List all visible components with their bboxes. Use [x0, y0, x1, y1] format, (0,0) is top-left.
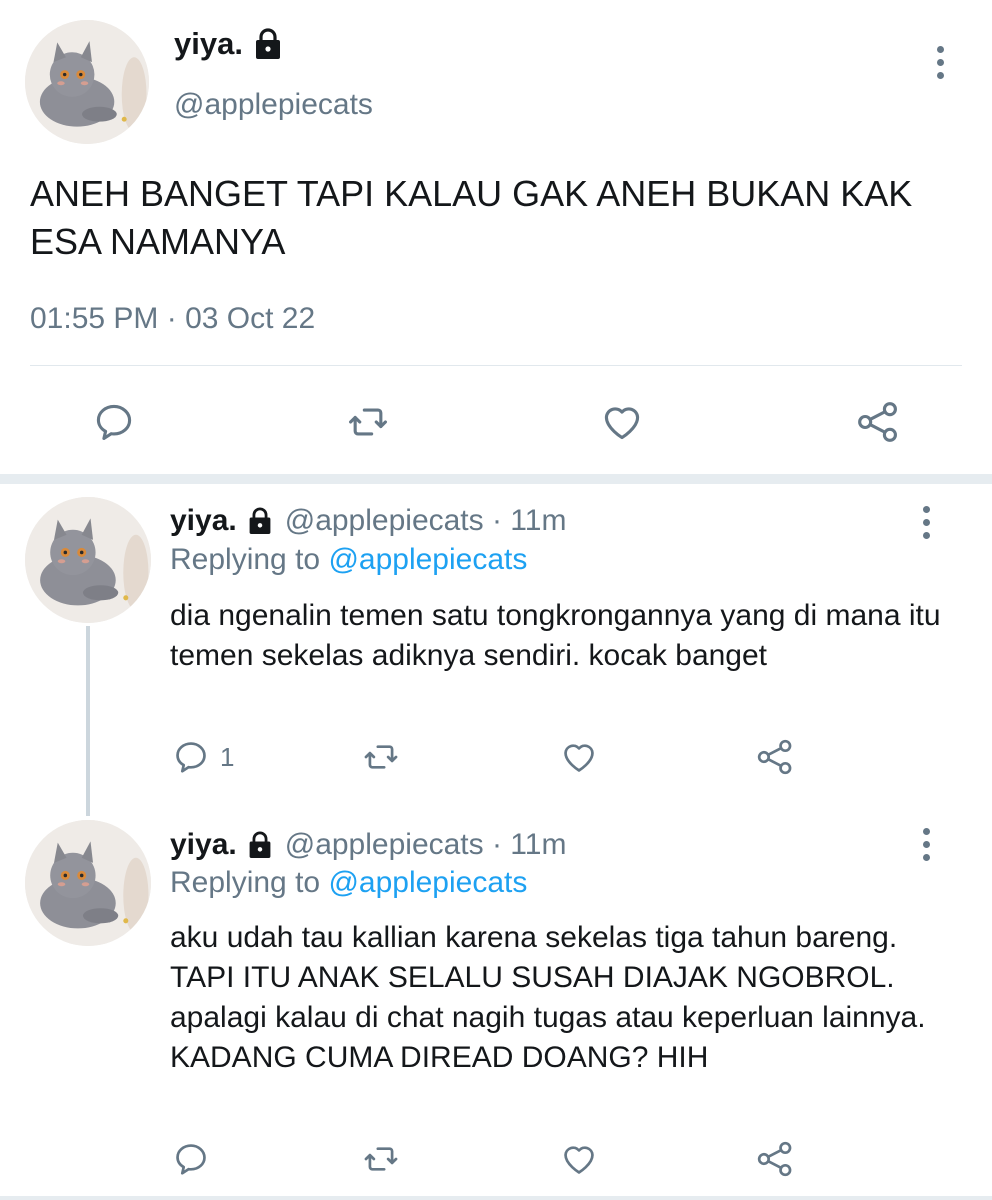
display-name-text[interactable]: yiya.: [174, 26, 243, 62]
like-button[interactable]: [560, 1140, 598, 1178]
cat-avatar-image: [25, 497, 151, 623]
reply-icon: [176, 1144, 206, 1175]
lock-icon: [255, 28, 280, 59]
like-button[interactable]: [560, 738, 598, 776]
like-icon: [604, 407, 640, 440]
lock-icon: [247, 506, 273, 536]
retweet-button[interactable]: [346, 400, 390, 444]
more-options-icon[interactable]: [932, 46, 948, 79]
share-button[interactable]: [756, 738, 794, 776]
share-icon: [757, 739, 792, 775]
retweet-icon: [364, 745, 398, 769]
like-icon: [564, 744, 594, 772]
avatar[interactable]: [25, 497, 151, 623]
share-button[interactable]: [856, 400, 900, 444]
reply-button[interactable]: 1: [172, 738, 234, 776]
thread-connector: [86, 626, 90, 816]
reply-header: yiya. @applepiecats · 11m: [170, 828, 566, 862]
lock-icon: [247, 830, 273, 860]
reply-button[interactable]: [92, 400, 136, 444]
replying-to: Replying to @applepiecats: [170, 866, 527, 900]
user-handle[interactable]: @applepiecats: [174, 88, 373, 122]
reply-actions: [0, 1140, 992, 1184]
reply-icon: [96, 404, 132, 441]
display-name[interactable]: yiya.: [174, 26, 283, 62]
mention-link[interactable]: @applepiecats: [328, 543, 527, 576]
replying-to-label: Replying to: [170, 543, 329, 576]
reply-text: aku udah tau kallian karena sekelas tiga…: [170, 921, 926, 1074]
reply-button[interactable]: [172, 1140, 220, 1178]
replying-to-label: Replying to: [170, 866, 329, 899]
tweet-text: ANEH BANGET TAPI KALAU GAK ANEH BUKAN KA…: [30, 173, 913, 262]
reply-icon: [176, 742, 206, 773]
display-name[interactable]: yiya.: [170, 828, 237, 862]
retweet-icon: [349, 408, 387, 436]
tweet-actions: [0, 396, 992, 452]
like-icon: [564, 1146, 594, 1174]
handle-and-time[interactable]: @applepiecats · 11m: [285, 504, 567, 538]
reply-text: dia ngenalin temen satu tongkrongannya y…: [170, 599, 941, 672]
mention-link[interactable]: @applepiecats: [328, 866, 527, 899]
reply-actions: 1: [0, 738, 992, 782]
like-button[interactable]: [600, 400, 644, 444]
cat-avatar-image: [25, 820, 151, 946]
replying-to: Replying to @applepiecats: [170, 543, 527, 577]
handle-and-time[interactable]: @applepiecats · 11m: [285, 828, 567, 862]
retweet-button[interactable]: [362, 1140, 400, 1178]
retweet-button[interactable]: [362, 738, 400, 776]
reply-header: yiya. @applepiecats · 11m: [170, 504, 566, 538]
cat-avatar-image: [25, 20, 149, 144]
section-separator: [0, 474, 992, 484]
share-button[interactable]: [756, 1140, 794, 1178]
divider: [30, 365, 962, 366]
tweet-timestamp: 01:55 PM · 03 Oct 22: [30, 302, 316, 335]
retweet-icon: [364, 1147, 398, 1171]
display-name[interactable]: yiya.: [170, 504, 237, 538]
more-options-icon[interactable]: [918, 506, 934, 539]
share-icon: [757, 1141, 792, 1177]
section-separator: [0, 1196, 992, 1200]
avatar[interactable]: [25, 20, 149, 144]
more-options-icon[interactable]: [918, 828, 934, 861]
reply-count: 1: [220, 741, 235, 772]
share-icon: [858, 402, 897, 442]
avatar[interactable]: [25, 820, 151, 946]
